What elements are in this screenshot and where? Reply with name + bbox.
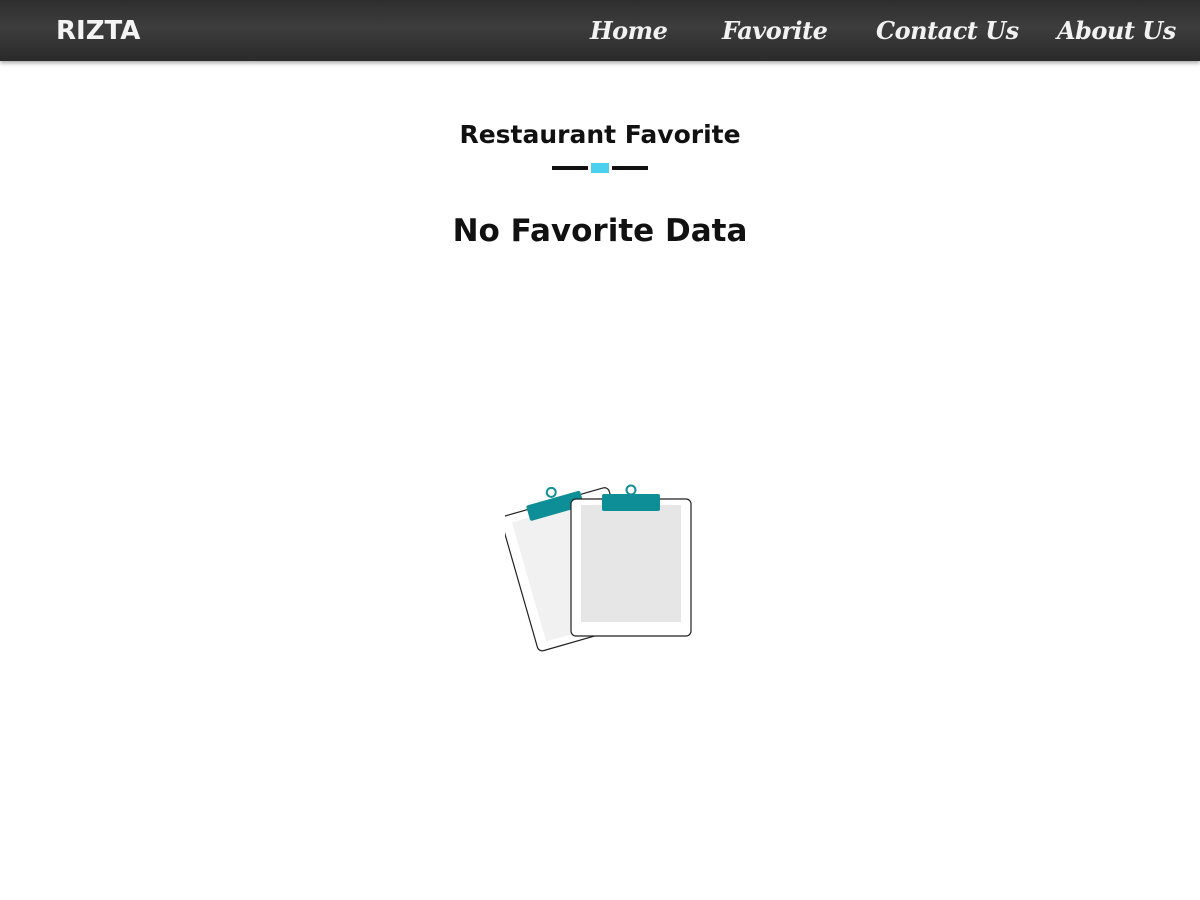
navbar: RIZTA Home Favorite Contact Us About Us — [0, 0, 1200, 61]
favorite-page: Restaurant Favorite No Favorite Data — [0, 61, 1200, 900]
empty-state-message: No Favorite Data — [452, 213, 748, 249]
nav-link-about-us[interactable]: About Us — [1057, 14, 1176, 48]
divider-right-bar — [612, 166, 648, 170]
empty-clipboards-icon — [500, 479, 695, 664]
title-divider — [552, 162, 648, 174]
brand-logo[interactable]: RIZTA — [56, 14, 140, 48]
nav-link-contact-us[interactable]: Contact Us — [876, 14, 1019, 48]
divider-left-bar — [552, 166, 588, 170]
divider-accent — [591, 163, 609, 173]
nav-link-favorite[interactable]: Favorite — [722, 14, 828, 48]
section-title: Restaurant Favorite — [459, 120, 741, 149]
nav-link-home[interactable]: Home — [590, 14, 668, 48]
